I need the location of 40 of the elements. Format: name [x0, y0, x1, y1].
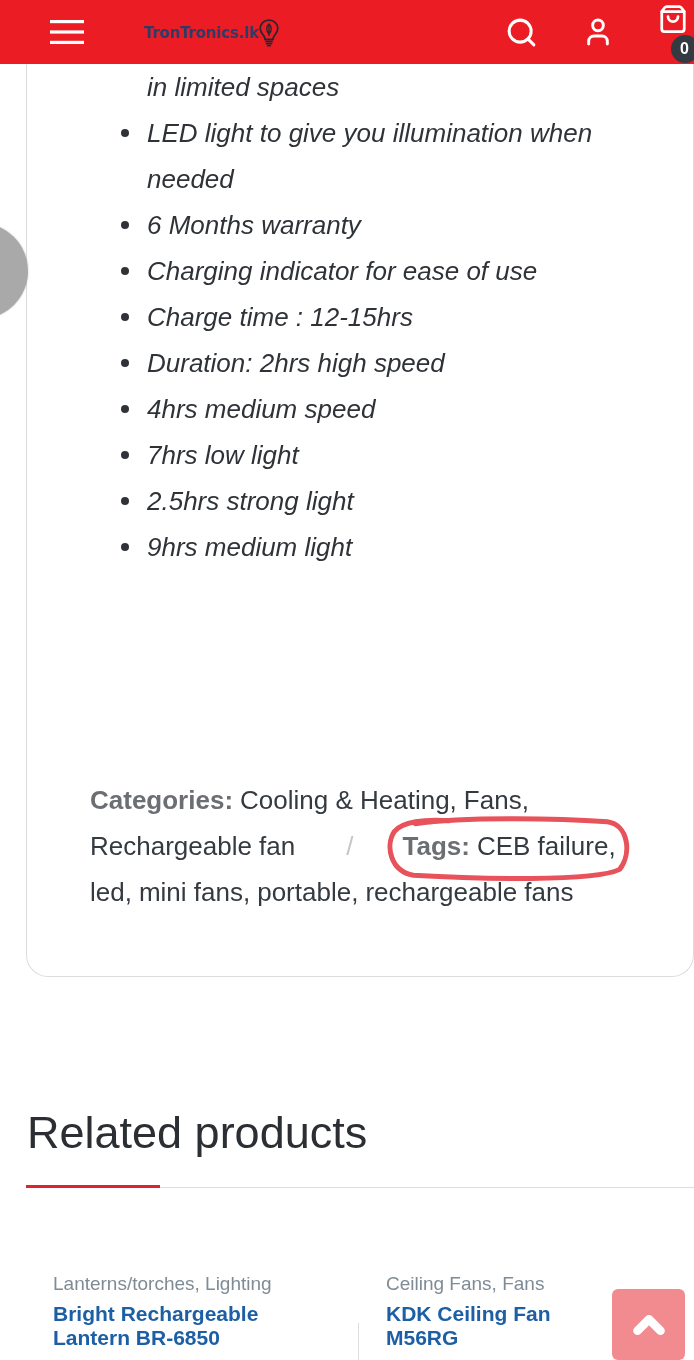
tag-link[interactable]: mini fans, — [138, 869, 251, 915]
feature-text: Duration: 2hrs high speed — [147, 347, 447, 380]
category-link[interactable]: Rechargeable fan — [90, 823, 296, 869]
tag-link[interactable]: led, — [90, 869, 132, 915]
feature-text: 9hrs medium light — [147, 531, 354, 564]
scroll-to-top-button[interactable] — [612, 1289, 685, 1360]
category-link[interactable]: Cooling & Heating, — [240, 777, 457, 823]
tag-link[interactable]: portable, — [257, 869, 359, 915]
bullet-icon — [121, 543, 129, 551]
product-title-link[interactable]: Bright Rechargeable Lantern BR-6850 — [53, 1302, 268, 1350]
bullet-icon — [121, 221, 129, 229]
section-heading: Related products — [27, 1106, 369, 1160]
feature-text: LED light to give you illumination when needed — [147, 117, 594, 196]
product-title-link[interactable]: KDK Ceiling Fan M56RG — [386, 1302, 601, 1350]
shopping-bag-icon — [658, 4, 688, 34]
bullet-icon — [121, 359, 129, 367]
feature-text: 6 Months warranty — [147, 209, 363, 242]
feature-text: 7hrs low light — [147, 439, 301, 472]
tag-link[interactable]: CEB failure, — [476, 823, 616, 869]
feature-text: 2.5hrs strong light — [147, 485, 356, 518]
category-link[interactable]: Fans, — [463, 777, 529, 823]
bullet-icon — [121, 267, 129, 275]
bullet-icon — [121, 451, 129, 459]
meta-separator: / — [346, 830, 354, 863]
cart-count-badge: 0 — [671, 35, 694, 63]
tags-label: Tags: — [402, 830, 470, 863]
lightbulb-icon — [258, 19, 279, 47]
bullet-icon — [121, 405, 129, 413]
cart-button[interactable] — [658, 4, 688, 34]
tag-link[interactable]: rechargeable fans — [365, 869, 574, 915]
feature-text: Charging indicator for ease of use — [147, 255, 539, 288]
bullet-icon — [121, 497, 129, 505]
bullet-icon — [121, 129, 129, 137]
feature-text: Charge time : 12-15hrs — [147, 301, 414, 334]
bullet-icon — [121, 313, 129, 321]
feature-text: in limited spaces — [147, 71, 341, 104]
menu-button[interactable] — [50, 20, 84, 44]
feature-text: 4hrs medium speed — [147, 393, 377, 426]
menu-icon — [50, 20, 84, 44]
categories-label: Categories: — [90, 784, 234, 817]
